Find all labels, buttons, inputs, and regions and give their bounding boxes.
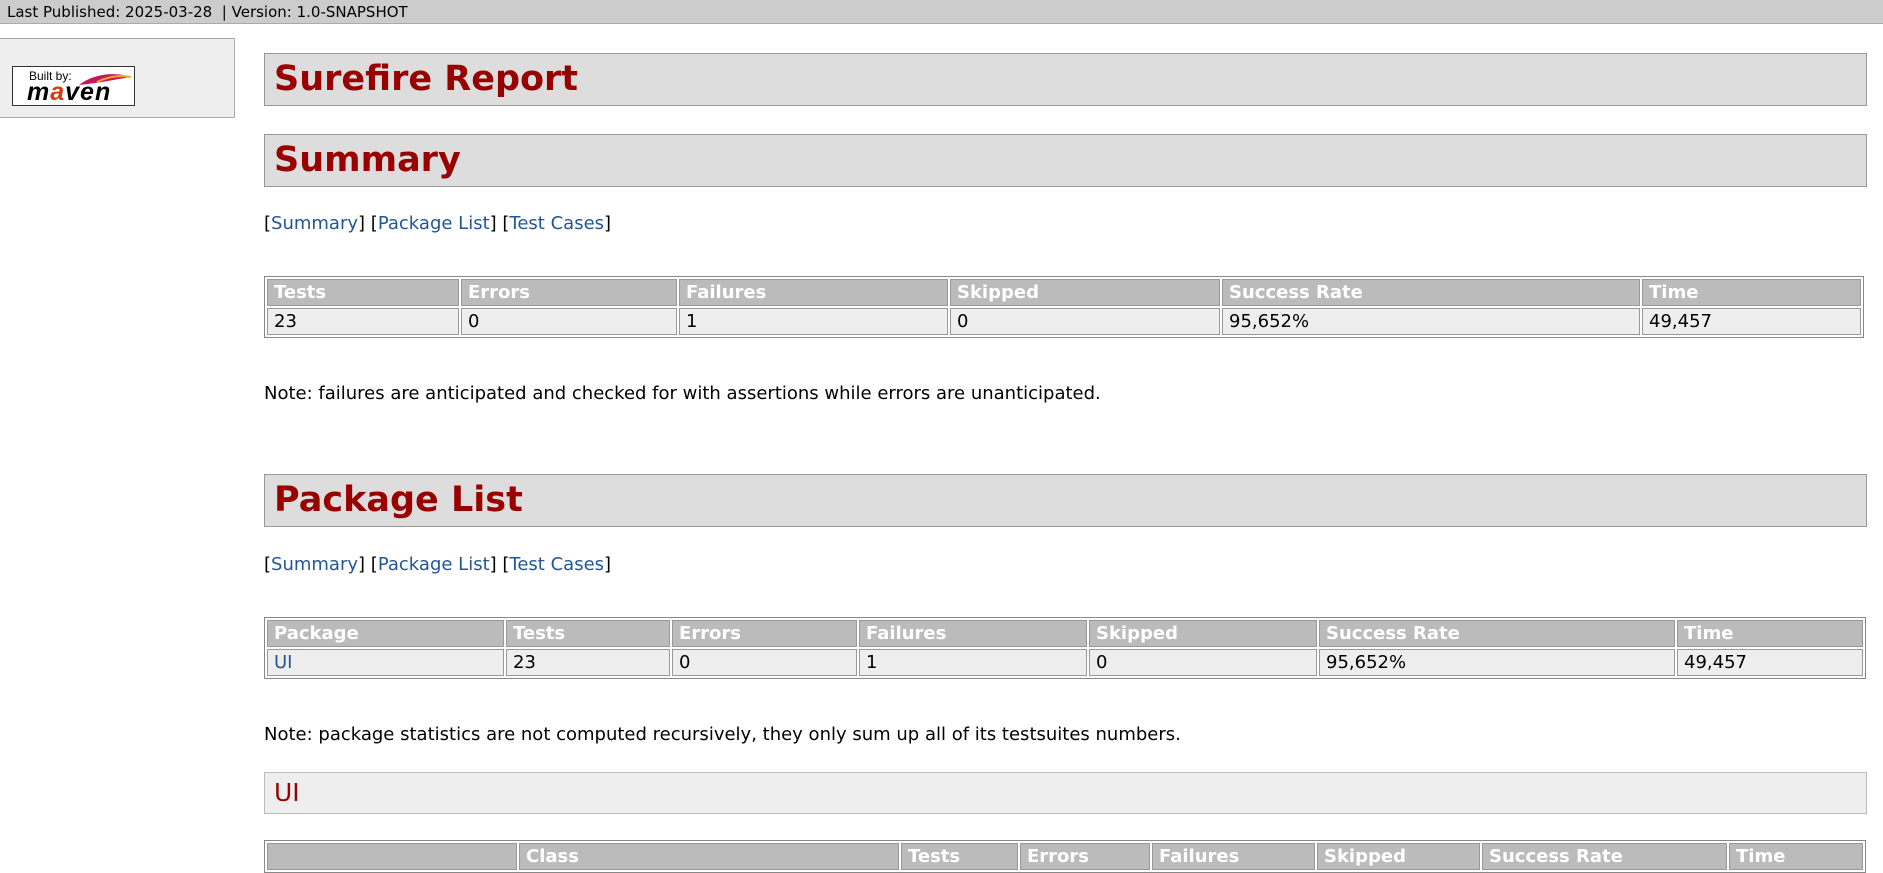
report-title: Surefire Report	[264, 53, 1867, 106]
errors-count: 0	[461, 308, 677, 335]
top-bar: Last Published: 2025-03-28 | Version: 1.…	[0, 0, 1883, 24]
column-header: Success Rate	[1319, 620, 1675, 647]
column-header: Skipped	[950, 279, 1220, 306]
last-published: Last Published: 2025-03-28	[7, 3, 213, 21]
nav-test-cases-link[interactable]: Test Cases	[509, 213, 604, 234]
nav-package-list-link[interactable]: Package List	[378, 554, 490, 575]
skipped-count: 0	[1089, 649, 1317, 676]
topbar-separator: |	[221, 3, 227, 21]
ui-classes-table: Class Tests Errors Failures Skipped Succ…	[264, 840, 1866, 873]
success-rate: 95,652%	[1222, 308, 1640, 335]
errors-count: 0	[672, 649, 857, 676]
section-nav: [Summary] [Package List] [Test Cases]	[264, 213, 612, 234]
package-cell: UI	[267, 649, 504, 676]
package-list-note: Note: package statistics are not compute…	[264, 724, 1181, 745]
section-nav: [Summary] [Package List] [Test Cases]	[264, 554, 612, 575]
column-header: Failures	[859, 620, 1087, 647]
time-value: 49,457	[1642, 308, 1861, 335]
failures-count: 1	[679, 308, 948, 335]
package-list-table: Package Tests Errors Failures Skipped Su…	[264, 617, 1866, 679]
package-list-heading: Package List	[264, 474, 1867, 527]
package-link-ui[interactable]: UI	[274, 652, 292, 673]
tests-count: 23	[506, 649, 670, 676]
column-header: Skipped	[1317, 843, 1480, 870]
column-header: Tests	[267, 279, 459, 306]
column-header	[267, 843, 517, 870]
column-header: Failures	[679, 279, 948, 306]
version: Version: 1.0-SNAPSHOT	[231, 3, 408, 21]
nav-test-cases-link[interactable]: Test Cases	[509, 554, 604, 575]
tests-count: 23	[267, 308, 459, 335]
table-row: 23 0 1 0 95,652% 49,457	[267, 308, 1861, 335]
ui-package-heading: UI	[264, 772, 1867, 814]
built-by-maven-logo[interactable]: Built by: maven	[12, 66, 135, 106]
column-header: Tests	[506, 620, 670, 647]
summary-table: Tests Errors Failures Skipped Success Ra…	[264, 276, 1864, 338]
table-header-row: Package Tests Errors Failures Skipped Su…	[267, 620, 1863, 647]
column-header: Class	[519, 843, 899, 870]
left-panel: Built by: maven	[0, 38, 235, 118]
failures-count: 1	[859, 649, 1087, 676]
maven-wordmark: maven	[27, 78, 112, 106]
table-row: UI 23 0 1 0 95,652% 49,457	[267, 649, 1863, 676]
table-header-row: Class Tests Errors Failures Skipped Succ…	[267, 843, 1863, 870]
time-value: 49,457	[1677, 649, 1863, 676]
column-header: Success Rate	[1222, 279, 1640, 306]
column-header: Errors	[461, 279, 677, 306]
column-header: Failures	[1152, 843, 1315, 870]
column-header: Skipped	[1089, 620, 1317, 647]
column-header: Time	[1729, 843, 1863, 870]
skipped-count: 0	[950, 308, 1220, 335]
column-header: Errors	[672, 620, 857, 647]
table-header-row: Tests Errors Failures Skipped Success Ra…	[267, 279, 1861, 306]
column-header: Time	[1642, 279, 1861, 306]
nav-summary-link[interactable]: Summary	[271, 554, 358, 575]
summary-note: Note: failures are anticipated and check…	[264, 383, 1101, 404]
column-header: Package	[267, 620, 504, 647]
nav-summary-link[interactable]: Summary	[271, 213, 358, 234]
column-header: Success Rate	[1482, 843, 1727, 870]
column-header: Time	[1677, 620, 1863, 647]
summary-heading: Summary	[264, 134, 1867, 187]
column-header: Errors	[1020, 843, 1150, 870]
success-rate: 95,652%	[1319, 649, 1675, 676]
nav-package-list-link[interactable]: Package List	[378, 213, 490, 234]
column-header: Tests	[901, 843, 1018, 870]
